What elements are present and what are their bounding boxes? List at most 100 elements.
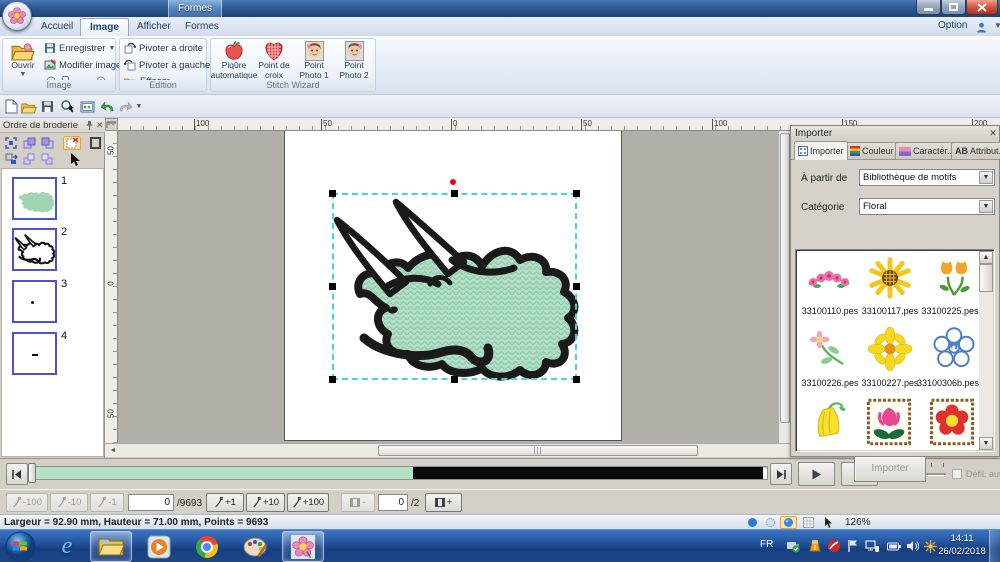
tab-image[interactable]: Image (80, 18, 129, 36)
import-button[interactable]: Importer (854, 456, 926, 482)
stack-up-tool[interactable] (21, 152, 37, 166)
warning-tray-icon[interactable]: ! (807, 538, 823, 554)
pan-tool-button[interactable] (820, 516, 837, 529)
contextual-tab-group[interactable]: Formes (168, 0, 222, 17)
stitch-number-input[interactable] (128, 494, 174, 511)
taskbar-ie-button[interactable]: e (46, 531, 88, 562)
view-realistic-button[interactable] (780, 516, 797, 529)
motif-list-scrollbar[interactable]: ▲ ▼ (979, 251, 993, 450)
order-panel-close-icon[interactable]: ✕ (96, 118, 104, 133)
motif-scrollbar-thumb[interactable] (979, 264, 993, 292)
selection-handle-nw[interactable] (329, 190, 336, 197)
maximize-button[interactable] (941, 0, 966, 15)
antivirus-tray-icon[interactable] (826, 538, 842, 554)
rotation-marker[interactable] (450, 179, 456, 185)
tab-accueil[interactable]: Accueil (32, 18, 82, 36)
vertical-scrollbar-thumb[interactable] (780, 133, 790, 423)
language-indicator[interactable]: FR (760, 539, 773, 550)
motif-thumbnail[interactable] (924, 322, 984, 376)
taskbar-paint-button[interactable] (234, 531, 276, 562)
undo-button[interactable] (98, 98, 116, 115)
autoscroll-checkbox[interactable] (952, 469, 962, 479)
view-solid-button[interactable] (744, 516, 761, 529)
start-button[interactable] (5, 531, 36, 562)
grid-toggle-button[interactable] (800, 516, 817, 529)
option-caret-icon[interactable]: ▼ (994, 21, 1000, 30)
redo-button[interactable] (116, 98, 134, 115)
stitch-minus-10-button[interactable]: -10 (50, 493, 88, 512)
selection-handle-se[interactable] (573, 376, 580, 383)
clock[interactable]: 14:11 26/02/2018 (936, 532, 988, 559)
save-button[interactable] (38, 98, 56, 115)
taskbar-pe-design-button[interactable] (282, 531, 324, 562)
scroll-down-icon[interactable]: ▼ (979, 437, 993, 450)
import-panel-close-icon[interactable]: ✕ (987, 127, 999, 139)
stitch-minus-1-button[interactable]: -1 (90, 493, 124, 512)
minimize-button[interactable] (916, 0, 941, 15)
motif-list[interactable]: 33100110.pes 33100117.pes 33100225.pes 3… (795, 249, 995, 452)
selection-handle-ne[interactable] (573, 190, 580, 197)
rotate-right-button[interactable]: Pivoter à droite (124, 42, 203, 54)
category-dropdown[interactable]: Floral ▼ (859, 198, 995, 215)
selection-handle-n[interactable] (451, 190, 458, 197)
horizontal-scrollbar-thumb[interactable]: ||| (378, 445, 698, 456)
tab-importer[interactable]: Importer (794, 141, 848, 160)
order-item-4[interactable] (12, 332, 57, 375)
group-backward-tool[interactable] (39, 136, 55, 150)
stitch-minus-100-button[interactable]: -100 (6, 493, 48, 512)
progress-handle[interactable] (28, 463, 36, 483)
motif-filename[interactable]: 33100110.pes (799, 306, 861, 316)
frame-number-input[interactable] (378, 494, 408, 511)
go-to-end-button[interactable] (770, 463, 792, 485)
user-icon[interactable] (976, 22, 987, 33)
motif-filename[interactable]: 33100117.pes (859, 306, 921, 316)
motif-thumbnail[interactable] (804, 324, 854, 376)
toolbar-options-caret[interactable]: ▼ (134, 98, 144, 115)
new-document-button[interactable] (2, 98, 20, 115)
hoop-view-tool[interactable] (87, 136, 103, 150)
battery-tray-icon[interactable] (886, 538, 902, 554)
selection-handle-e[interactable] (573, 283, 580, 290)
taskbar-chrome-button[interactable] (186, 531, 228, 562)
tab-attributs[interactable]: AB Attribut... (951, 142, 1000, 159)
modify-image-button[interactable]: Modifier image (44, 59, 121, 71)
order-item-2[interactable] (12, 228, 57, 271)
stitch-progress-bar[interactable] (31, 466, 768, 480)
stitch-plus-10-button[interactable]: +10 (246, 493, 285, 512)
select-all-tool[interactable] (3, 136, 19, 150)
close-button[interactable] (966, 0, 998, 15)
scroll-up-icon[interactable]: ▲ (979, 251, 993, 264)
motif-thumbnail[interactable] (860, 394, 918, 450)
motif-filename[interactable]: 33100227.pes (859, 378, 921, 388)
view-stitch-button[interactable] (762, 516, 779, 529)
selection-box[interactable] (332, 193, 577, 380)
option-menu[interactable]: Option (938, 20, 967, 31)
usb-device-icon[interactable] (785, 538, 801, 554)
stitch-plus-100-button[interactable]: +100 (287, 493, 329, 512)
volume-tray-icon[interactable] (904, 538, 920, 554)
network-tray-icon[interactable] (864, 538, 880, 554)
reorder-tool[interactable] (3, 152, 19, 166)
order-item-1[interactable] (12, 177, 57, 220)
stitch-plus-1-button[interactable]: +1 (206, 493, 244, 512)
tab-afficher[interactable]: Afficher (128, 18, 180, 36)
motif-thumbnail[interactable] (862, 254, 918, 302)
open-image-button[interactable]: Ouvrir ▼ (5, 41, 41, 79)
selection-handle-w[interactable] (329, 283, 336, 290)
from-dropdown[interactable]: Bibliothèque de motifs ▼ (859, 169, 995, 186)
tab-formes[interactable]: Formes (176, 18, 228, 36)
go-to-start-button[interactable] (6, 463, 28, 485)
taskbar-explorer-button[interactable] (90, 531, 132, 562)
auto-punch-button[interactable]: Piqûre automatique (213, 41, 255, 81)
from-dropdown-arrow-icon[interactable]: ▼ (979, 171, 993, 184)
app-menu-button[interactable] (2, 1, 32, 31)
category-dropdown-arrow-icon[interactable]: ▼ (979, 200, 993, 213)
selection-handle-sw[interactable] (329, 376, 336, 383)
motif-filename[interactable]: 33100226.pes (799, 378, 861, 388)
zoom-tool-button[interactable] (58, 98, 76, 115)
rotate-left-button[interactable]: Pivoter à gauche (124, 59, 210, 71)
play-button[interactable] (798, 462, 835, 486)
scroll-left-arrow[interactable]: ◄ (107, 446, 119, 456)
design-settings-button[interactable] (78, 98, 96, 115)
frame-plus-button[interactable]: + (425, 493, 462, 512)
